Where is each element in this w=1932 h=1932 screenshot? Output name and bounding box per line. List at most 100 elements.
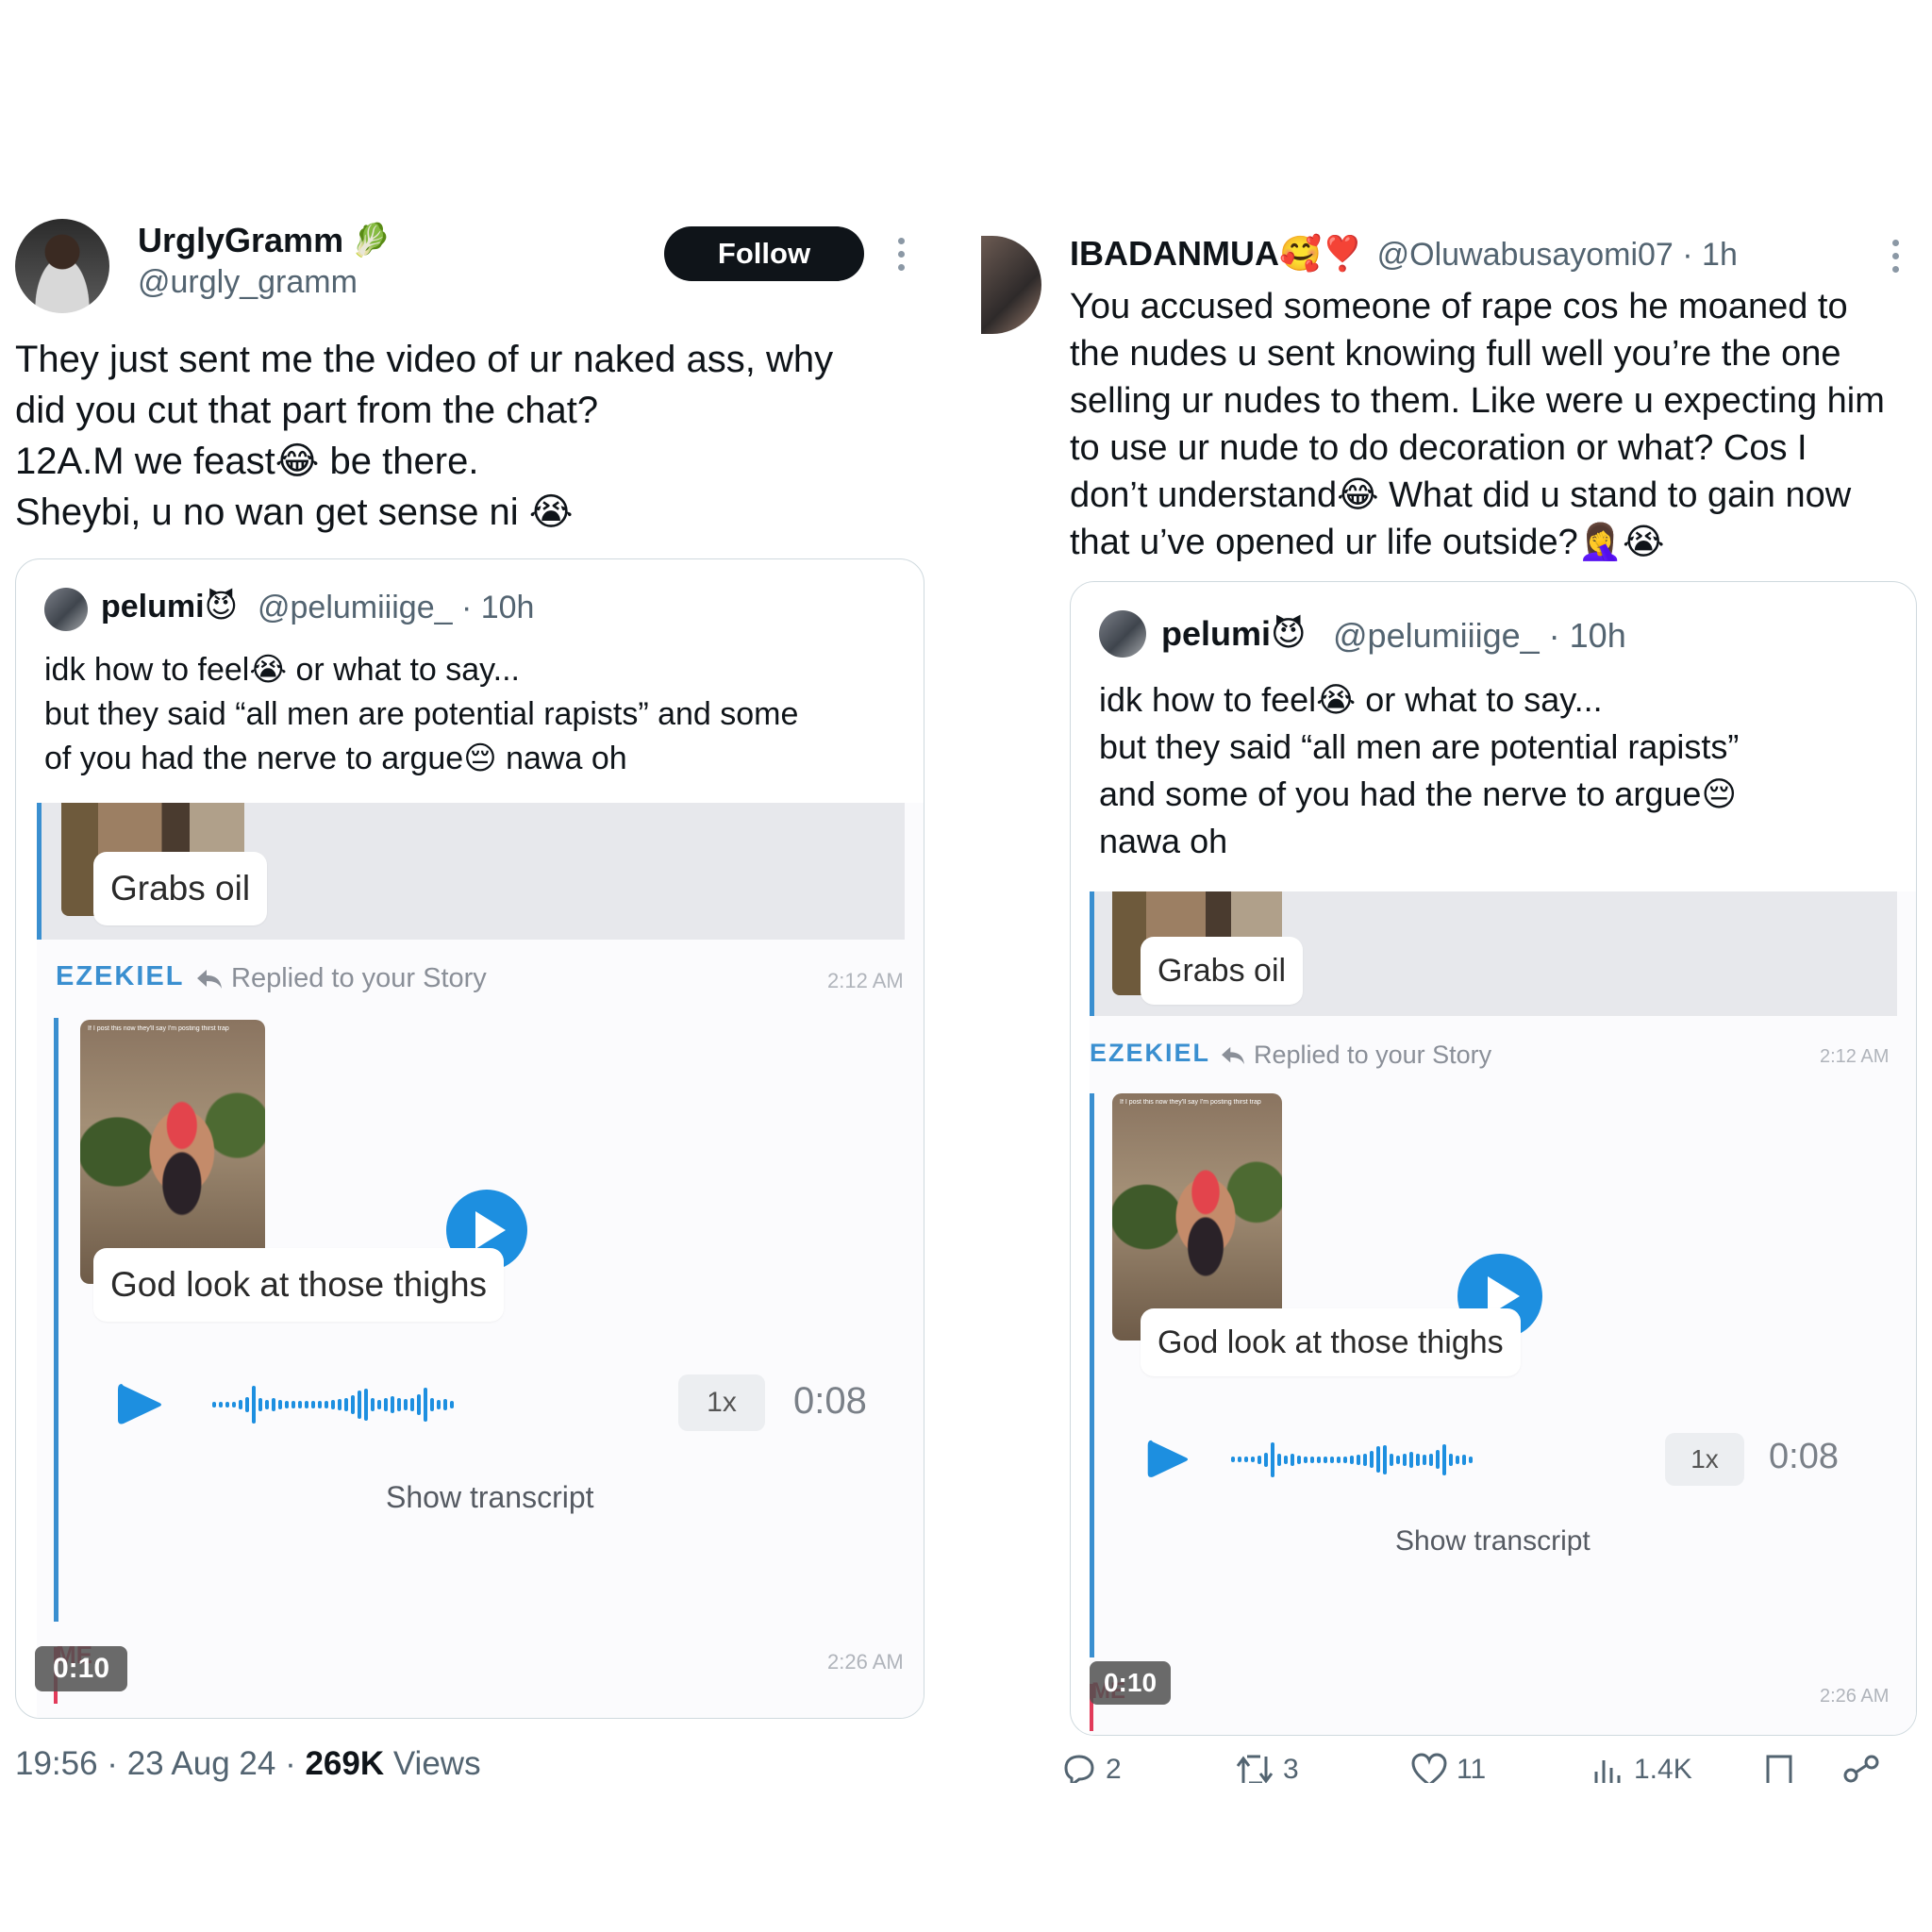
- video-duration-badge: 0:10: [35, 1646, 127, 1691]
- tweet-text: You accused someone of rape cos he moane…: [1070, 287, 1885, 562]
- waveform-bar: [278, 1400, 282, 1409]
- views-action[interactable]: 1.4K: [1589, 1751, 1692, 1783]
- voice-play-button[interactable]: [1144, 1437, 1190, 1487]
- sender-label: EZEKIEL: [1090, 1039, 1211, 1067]
- waveform-bar: [1310, 1456, 1314, 1463]
- waveform-bar: [443, 1399, 447, 1410]
- waveform-bar: [1409, 1451, 1413, 1468]
- voice-waveform[interactable]: [1231, 1437, 1608, 1482]
- waveform-bar: [424, 1388, 427, 1422]
- author-name[interactable]: IBADANMUA🥰❣️: [1070, 234, 1364, 274]
- quoted-avatar[interactable]: [1099, 610, 1146, 658]
- author-handle-time: @Oluwabusayomi07 · 1h: [1376, 237, 1738, 273]
- views-count: 269K: [305, 1745, 385, 1782]
- chat-bubble-thighs: God look at those thighs: [1141, 1308, 1521, 1376]
- author-handle[interactable]: @urgly_gramm: [138, 264, 358, 301]
- show-transcript-link[interactable]: Show transcript: [386, 1480, 594, 1515]
- replied-story-row: Replied to your Story: [195, 963, 487, 994]
- waveform-bar: [1436, 1450, 1440, 1469]
- share-button[interactable]: [1841, 1751, 1883, 1783]
- waveform-bar: [1449, 1453, 1453, 1466]
- quoted-author-name[interactable]: pelumi😈: [101, 588, 238, 625]
- author-avatar[interactable]: [15, 219, 109, 313]
- waveform-bar: [252, 1386, 256, 1424]
- speed-button[interactable]: 1x: [678, 1374, 765, 1431]
- action-bar: 2 3 11 1.4K: [1060, 1747, 1928, 1783]
- waveform-bar: [450, 1401, 454, 1408]
- waveform-bar: [311, 1401, 315, 1408]
- waveform-bar: [1330, 1456, 1334, 1463]
- waveform-bar: [344, 1398, 348, 1411]
- waveform-bar: [351, 1395, 355, 1414]
- follow-button[interactable]: Follow: [664, 226, 864, 281]
- waveform-bar: [1429, 1453, 1433, 1466]
- chat-bubble-grabs-oil: Grabs oil: [93, 852, 268, 925]
- reply-action[interactable]: 2: [1060, 1751, 1122, 1783]
- voice-duration: 0:08: [1769, 1437, 1839, 1476]
- speed-button[interactable]: 1x: [1665, 1433, 1744, 1486]
- waveform-bar: [239, 1400, 242, 1409]
- play-icon: [475, 1211, 506, 1249]
- bookmark-button[interactable]: [1760, 1751, 1798, 1783]
- like-action[interactable]: 11: [1409, 1751, 1486, 1783]
- waveform-bar: [437, 1400, 441, 1409]
- snap-screenshot[interactable]: Grabs oil EZEKIEL Replied to your Story …: [1090, 891, 1916, 1735]
- more-icon[interactable]: [1892, 240, 1902, 277]
- waveform-bar: [1304, 1456, 1307, 1463]
- snap-time-2: 2:26 AM: [827, 1650, 904, 1674]
- repost-action[interactable]: 3: [1234, 1751, 1299, 1783]
- story-image[interactable]: If I post this now they'll say I'm posti…: [1112, 1093, 1282, 1341]
- tweet-timestamp[interactable]: 19:56 · 23 Aug 24 ·: [15, 1745, 305, 1782]
- quoted-author-name[interactable]: pelumi😈: [1161, 614, 1307, 654]
- author-name-row: UrglyGramm 🥬: [138, 221, 391, 260]
- waveform-bar: [212, 1402, 216, 1407]
- show-transcript-link[interactable]: Show transcript: [1395, 1525, 1591, 1557]
- waveform-bar: [1363, 1453, 1367, 1466]
- waveform-bar: [1337, 1456, 1341, 1463]
- voice-play-button[interactable]: [114, 1380, 163, 1434]
- waveform-bar: [338, 1399, 341, 1410]
- waveform-bar: [1357, 1454, 1360, 1465]
- waveform-bar: [1469, 1456, 1473, 1463]
- author-row: IBADANMUA🥰❣️ @Oluwabusayomi07 · 1h: [1070, 234, 1738, 274]
- story-image[interactable]: If I post this now they'll say I'm posti…: [80, 1020, 265, 1284]
- quoted-text: idk how to feel😭 or what to say... but t…: [44, 652, 799, 776]
- voice-waveform[interactable]: [212, 1380, 618, 1429]
- quoted-handle-time: @pelumiiige_ · 10h: [258, 590, 535, 625]
- author-avatar[interactable]: [981, 236, 1041, 334]
- play-icon: [118, 1384, 161, 1424]
- waveform-bar: [1442, 1443, 1446, 1475]
- more-icon[interactable]: [898, 238, 908, 275]
- waveform-bar: [298, 1401, 302, 1408]
- waveform-bar: [325, 1401, 328, 1408]
- waveform-bar: [358, 1391, 361, 1419]
- waveform-bar: [1456, 1455, 1459, 1464]
- waveform-bar: [1343, 1456, 1347, 1463]
- waveform-bar: [318, 1401, 322, 1408]
- waveform-bar: [1462, 1454, 1466, 1465]
- quoted-tweet[interactable]: pelumi😈 @pelumiiige_ · 10h idk how to fe…: [1070, 581, 1917, 1736]
- author-name[interactable]: UrglyGramm: [138, 221, 343, 260]
- snap-time-1: 2:12 AM: [1820, 1046, 1890, 1067]
- waveform-bar: [1284, 1455, 1288, 1464]
- quoted-handle-time: @pelumiiige_ · 10h: [1333, 616, 1626, 655]
- quoted-tweet[interactable]: pelumi😈 @pelumiiige_ · 10h idk how to fe…: [15, 558, 924, 1719]
- waveform-bar: [404, 1399, 408, 1410]
- waveform-bar: [265, 1400, 269, 1409]
- snap-screenshot[interactable]: Grabs oil EZEKIEL Replied to your Story …: [37, 803, 924, 1718]
- waveform-bar: [258, 1398, 262, 1411]
- waveform-bar: [1251, 1457, 1255, 1462]
- replied-label: Replied to your Story: [231, 963, 487, 993]
- waveform-bar: [232, 1402, 236, 1407]
- waveform-bar: [291, 1401, 295, 1408]
- waveform-bar: [1390, 1453, 1393, 1466]
- reply-icon: [1064, 1755, 1094, 1783]
- chat-bubble-grabs-oil: Grabs oil: [1141, 937, 1304, 1005]
- waveform-bar: [285, 1401, 289, 1408]
- repost-icon: [1236, 1755, 1274, 1783]
- waveform-bar: [272, 1398, 275, 1411]
- waveform-bar: [1297, 1455, 1301, 1464]
- views-icon: [1594, 1760, 1621, 1783]
- waveform-bar: [1416, 1453, 1420, 1466]
- quoted-avatar[interactable]: [44, 588, 88, 631]
